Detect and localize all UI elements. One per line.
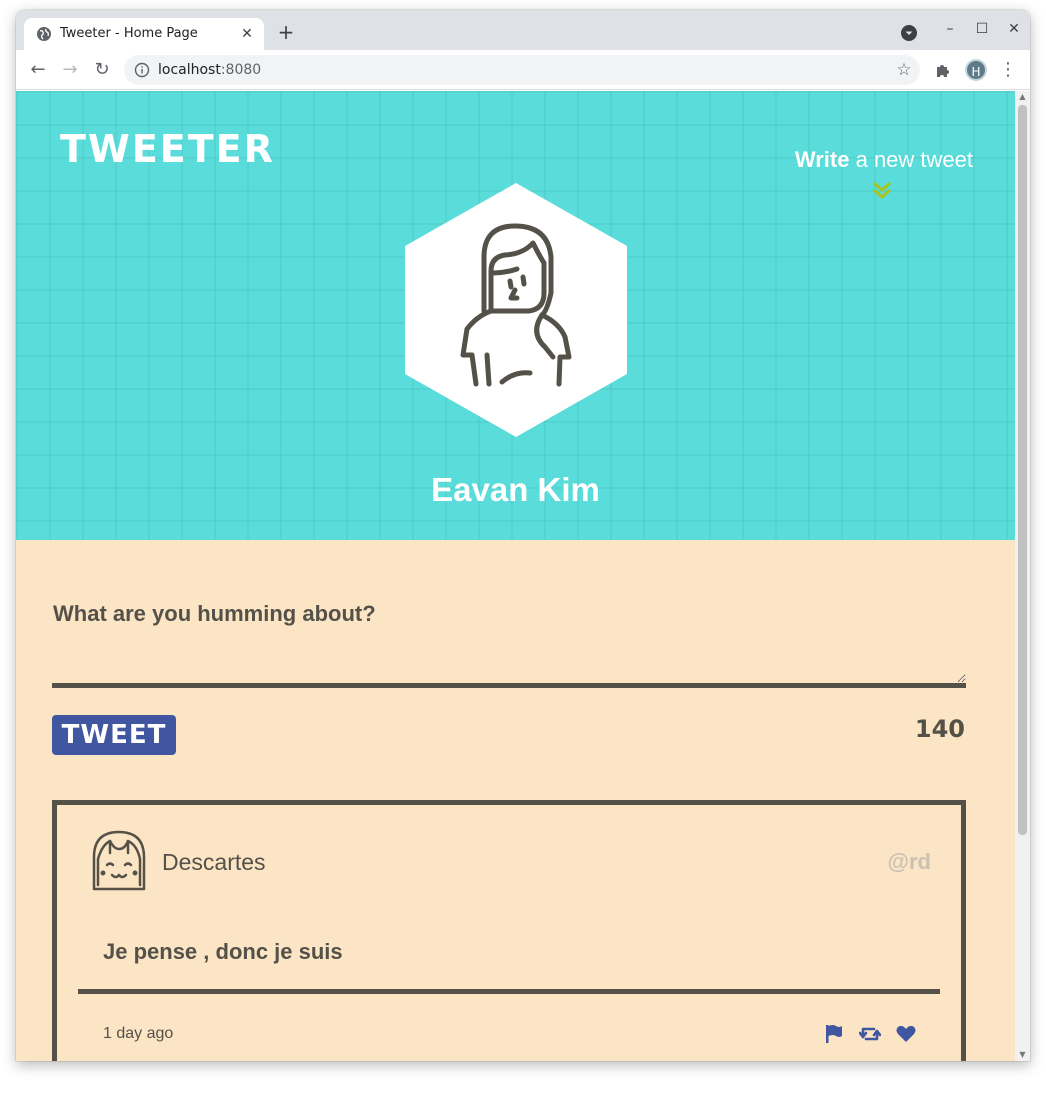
maximize-icon[interactable]: ☐: [971, 18, 993, 40]
window-close-icon[interactable]: ✕: [1003, 18, 1025, 40]
tweet-button[interactable]: TWEET: [52, 715, 176, 755]
scroll-up-icon[interactable]: ▲: [1015, 91, 1030, 103]
globe-favicon-icon: [37, 27, 51, 41]
tweet-divider: [78, 989, 940, 994]
profile-avatar-hexagon: [405, 183, 627, 437]
profile-header: TWEETER Write a new tweet Eavan Kim: [16, 91, 1015, 540]
star-icon[interactable]: ☆: [894, 60, 914, 80]
tweet-actions: [823, 1023, 933, 1045]
profile-avatar[interactable]: H: [965, 59, 987, 81]
page-viewport: TWEETER Write a new tweet Eavan Kim What…: [16, 91, 1015, 1061]
compose-link-bold: Write: [794, 147, 850, 172]
scrollbar-thumb[interactable]: [1018, 105, 1027, 835]
tweet-textarea[interactable]: [52, 636, 966, 688]
user-avatar-icon: [92, 830, 146, 891]
minimize-icon[interactable]: –: [939, 18, 961, 40]
retweet-icon[interactable]: [858, 1023, 882, 1045]
info-icon[interactable]: [134, 62, 150, 78]
browser-toolbar: ← → ↻ localhost:8080 ☆ H ⋮: [16, 50, 1030, 90]
brand-logo[interactable]: TWEETER: [60, 127, 275, 171]
tweet-text: Je pense , donc je suis: [103, 939, 343, 964]
url-text: localhost:8080: [158, 62, 261, 78]
profile-name: Eavan Kim: [431, 471, 600, 508]
reload-icon[interactable]: ↻: [90, 58, 114, 82]
browser-window: Tweeter - Home Page ✕ + – ☐ ✕ ← → ↻ loca…: [16, 10, 1030, 1061]
tweet-handle[interactable]: @rd: [888, 849, 931, 875]
write-tweet-link[interactable]: Write a new tweet: [795, 147, 973, 173]
tweet-timestamp: 1 day ago: [103, 1025, 174, 1042]
char-counter: 140: [914, 715, 965, 743]
tweet-card: Descartes @rd Je pense , donc je suis 1 …: [52, 800, 966, 1061]
url-host: localhost: [158, 62, 221, 78]
url-port: :8080: [220, 62, 262, 78]
extensions-icon[interactable]: [933, 60, 953, 80]
menu-icon[interactable]: ⋮: [996, 58, 1020, 82]
address-bar[interactable]: localhost:8080 ☆: [124, 55, 920, 85]
plus-icon[interactable]: +: [276, 22, 296, 42]
tab-title: Tweeter - Home Page: [60, 26, 198, 41]
tab-strip: Tweeter - Home Page ✕ + – ☐ ✕: [16, 10, 1030, 50]
flag-icon[interactable]: [823, 1023, 845, 1045]
scroll-down-icon[interactable]: ▼: [1015, 1049, 1030, 1061]
compose-prompt: What are you humming about?: [53, 601, 376, 626]
browser-tab[interactable]: Tweeter - Home Page ✕: [24, 18, 264, 50]
heart-icon[interactable]: [895, 1023, 917, 1045]
tab-search-icon[interactable]: [900, 24, 918, 42]
tweet-author[interactable]: Descartes: [162, 849, 266, 876]
back-icon[interactable]: ←: [26, 58, 50, 82]
forward-icon[interactable]: →: [58, 58, 82, 82]
double-chevron-down-icon[interactable]: [871, 181, 893, 201]
page-scrollbar[interactable]: ▲ ▼: [1015, 91, 1030, 1061]
compose-link-rest: a new tweet: [849, 147, 973, 172]
close-icon[interactable]: ✕: [238, 25, 256, 43]
